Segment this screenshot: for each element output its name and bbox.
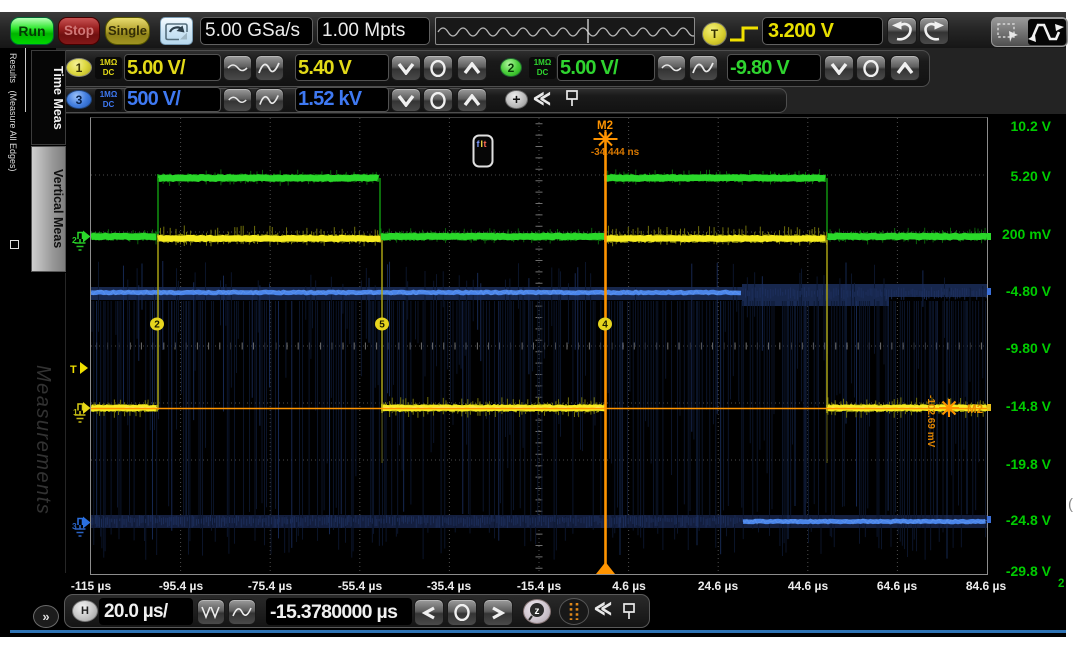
svg-text:M2: M2	[597, 120, 613, 132]
svg-text:2: 2	[154, 320, 160, 331]
svg-text:5: 5	[379, 320, 385, 331]
svg-text:4: 4	[602, 320, 608, 331]
svg-text:z: z	[535, 606, 540, 617]
svg-text:-102.69 mV: -102.69 mV	[925, 395, 936, 448]
svg-text:t: t	[484, 139, 487, 149]
svg-text:-34.444 ns: -34.444 ns	[591, 147, 640, 158]
svg-text:M2: M2	[967, 404, 983, 416]
svg-text:T: T	[70, 364, 77, 376]
